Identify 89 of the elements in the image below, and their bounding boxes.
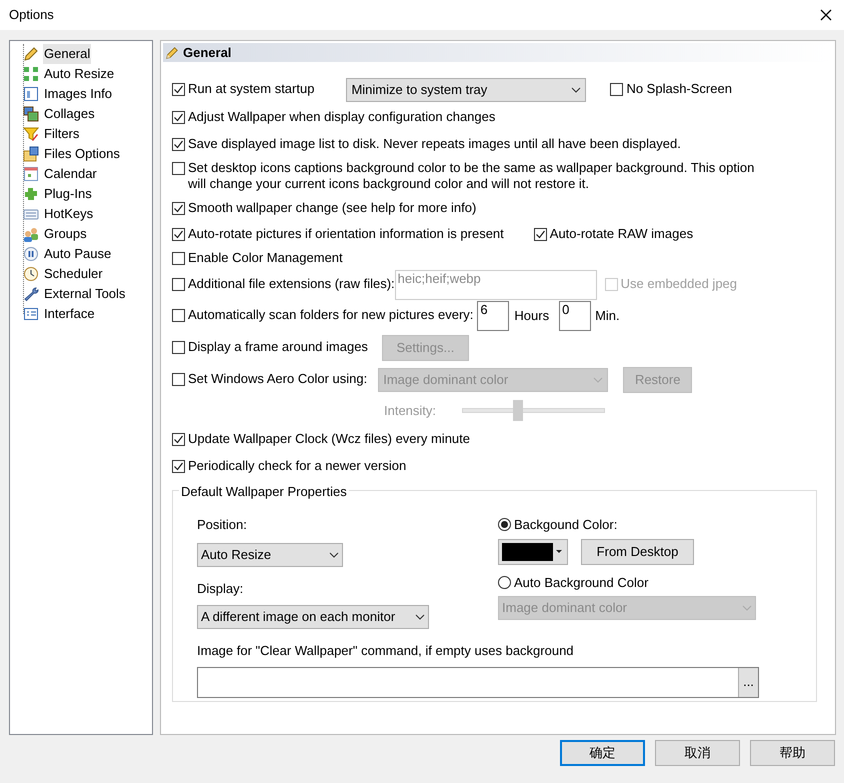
checkbox-label: Use embedded jpeg: [620, 276, 738, 292]
clear-image-field[interactable]: ...: [197, 666, 759, 698]
radio-button[interactable]: [498, 518, 511, 532]
checkbox[interactable]: [172, 228, 185, 241]
dialog-button[interactable]: 取消: [655, 740, 740, 766]
tree-item[interactable]: Calendar: [43, 164, 98, 184]
clear-image-label: Image for "Clear Wallpaper" command, if empty uses background: [197, 643, 574, 658]
checkbox-label: Update Wallpaper Clock (Wcz files) every minute: [188, 431, 470, 447]
tree-item[interactable]: Filters: [43, 124, 80, 144]
tree-item[interactable]: Groups: [43, 224, 88, 244]
checkbox-label: Set desktop icons captions background color to be the same as wallpaper background. This option will change your current icons background color and will not restore it.: [188, 160, 756, 192]
checkbox[interactable]: [172, 278, 185, 290]
tree-item[interactable]: Auto Resize: [43, 64, 116, 84]
list-icon: [23, 306, 39, 322]
wrench-icon: [23, 286, 39, 302]
pencil-icon: [165, 46, 179, 60]
label: Min.: [595, 306, 620, 325]
window-icon: [23, 86, 39, 102]
puzzle-icon: [23, 186, 39, 202]
checkbox-label: Enable Color Management: [188, 250, 343, 266]
grid-icon: [23, 66, 39, 82]
checkbox-label: Periodically check for a newer version: [188, 458, 406, 474]
tree-item[interactable]: External Tools: [43, 284, 126, 304]
auto-background-label: Auto Background Color: [514, 574, 648, 592]
background-color-label: Backgound Color:: [514, 516, 618, 534]
checkbox[interactable]: [172, 82, 185, 96]
dialog-button[interactable]: 帮助: [750, 740, 835, 766]
checkbox-label: Adjust Wallpaper when display configuration changes: [188, 108, 496, 124]
checkbox[interactable]: [172, 372, 185, 386]
display-label: Display:: [197, 580, 244, 598]
tree-item[interactable]: Images Info: [43, 84, 113, 104]
checkbox[interactable]: [172, 110, 185, 124]
input-field[interactable]: 6: [477, 300, 510, 330]
clock-icon: [23, 266, 39, 282]
folder-icon: [23, 146, 39, 162]
caret-icon: [555, 549, 563, 554]
display-dropdown[interactable]: A different image on each monitor: [197, 605, 429, 629]
checkbox[interactable]: [172, 252, 185, 264]
people-icon: [23, 226, 39, 242]
dropdown[interactable]: Minimize to system tray: [346, 78, 586, 102]
chevron-down-icon: [742, 605, 752, 611]
position-label: Position:: [197, 516, 248, 534]
checkbox-label: Set Windows Aero Color using:: [188, 370, 368, 386]
checkbox[interactable]: [172, 162, 185, 174]
tree-item[interactable]: Plug-Ins: [43, 184, 93, 204]
tree-item[interactable]: Files Options: [43, 144, 121, 164]
checkbox[interactable]: [172, 202, 185, 214]
close-icon: [820, 9, 832, 21]
pencil-icon: [23, 46, 39, 62]
pictures-icon: [23, 106, 39, 122]
label: Intensity:: [384, 402, 436, 420]
tree-item[interactable]: General: [43, 44, 92, 64]
checkbox[interactable]: [534, 228, 547, 241]
calendar-icon: [23, 166, 39, 182]
checkbox-label: Auto-rotate RAW images: [550, 226, 694, 242]
checkbox-label: Smooth wallpaper change (see help for more info): [188, 200, 476, 216]
from-desktop-button[interactable]: From Desktop: [581, 538, 694, 564]
checkbox-label: No Splash-Screen: [626, 80, 732, 96]
tree-item[interactable]: Collages: [43, 104, 96, 124]
checkbox[interactable]: [610, 82, 624, 96]
checkbox-label: Run at system startup: [188, 80, 314, 96]
checkbox[interactable]: [172, 433, 185, 446]
checkbox[interactable]: [172, 341, 185, 354]
dialog-button[interactable]: 确定: [560, 740, 645, 766]
input-field[interactable]: 0: [559, 300, 592, 330]
tree-item[interactable]: Auto Pause: [43, 244, 112, 264]
checkbox-label: Save displayed image list to disk. Never repeats images until all have been displayed.: [188, 136, 681, 152]
browse-button[interactable]: ...: [738, 668, 758, 696]
chevron-down-icon: [329, 552, 339, 558]
label: Hours: [514, 306, 550, 325]
checkbox-label: Automatically scan folders for new pictures every:: [188, 306, 474, 322]
checkbox-label: Display a frame around images: [188, 339, 368, 355]
position-dropdown[interactable]: Auto Resize: [197, 542, 343, 566]
tree-item[interactable]: Scheduler: [43, 264, 104, 284]
checkbox[interactable]: [172, 138, 185, 151]
chevron-down-icon: [415, 614, 425, 620]
pause-icon: [23, 246, 39, 262]
tree-item[interactable]: HotKeys: [43, 204, 94, 224]
color-picker[interactable]: [498, 538, 568, 564]
checkbox-label: Additional file extensions (raw files):: [188, 276, 395, 292]
panel-title: General: [183, 44, 232, 62]
checkbox[interactable]: [172, 460, 185, 473]
tree-item[interactable]: Interface: [43, 304, 96, 324]
checkbox-label: Auto-rotate pictures if orientation information is present: [188, 226, 504, 242]
funnel-icon: [23, 126, 39, 142]
checkbox[interactable]: [172, 308, 185, 322]
chevron-down-icon: [571, 86, 582, 92]
chevron-down-icon: [593, 376, 604, 382]
window-title: Options: [9, 6, 54, 24]
